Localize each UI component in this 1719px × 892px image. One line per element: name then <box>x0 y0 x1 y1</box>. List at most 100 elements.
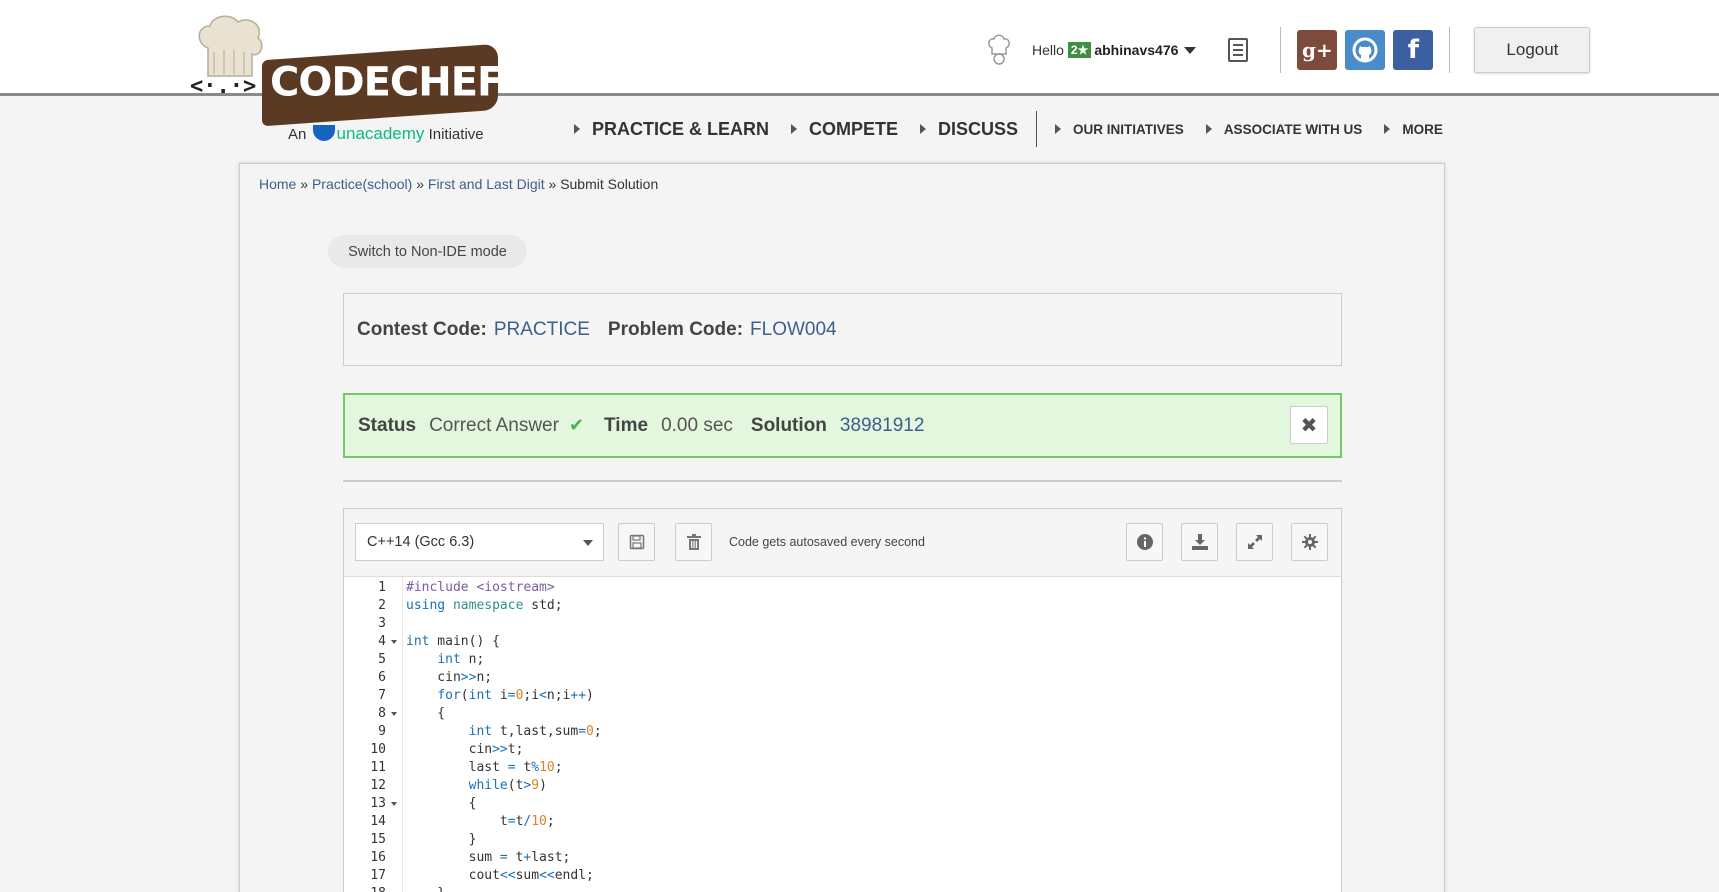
breadcrumb: Home » Practice(school) » First and Last… <box>259 176 659 192</box>
codechef-logo[interactable]: <·.·> CODECHEF An unacademy Initiative <box>188 14 518 146</box>
code-line[interactable]: 8 { <box>344 705 1341 723</box>
code-line[interactable]: 13 { <box>344 795 1341 813</box>
check-icon: ✔ <box>568 415 585 436</box>
save-button[interactable] <box>618 523 655 561</box>
trash-icon <box>686 534 701 550</box>
username-link[interactable]: abhinavs476 <box>1094 42 1178 58</box>
breadcrumb-current: Submit Solution <box>560 176 659 192</box>
contest-code-link[interactable]: PRACTICE <box>494 319 590 341</box>
line-number: 17 <box>344 867 402 885</box>
code-line[interactable]: 7 for(int i=0;i<n;i++) <box>344 687 1341 705</box>
line-number: 14 <box>344 813 402 831</box>
settings-button[interactable] <box>1291 523 1328 561</box>
logo-wordmark: CODECHEF <box>262 43 503 127</box>
code-line[interactable]: 16 sum = t+last; <box>344 849 1341 867</box>
nav-discuss[interactable]: DISCUSS <box>920 119 1018 140</box>
line-number: 7 <box>344 687 402 705</box>
nav-compete[interactable]: COMPETE <box>791 119 898 140</box>
code-text: for(int i=0;i<n;i++) <box>437 688 594 703</box>
unacademy-icon <box>312 125 335 141</box>
facebook-icon[interactable]: f <box>1393 30 1434 70</box>
code-text: cout<<sum<<endl; <box>406 868 594 883</box>
fullscreen-button[interactable] <box>1236 523 1273 561</box>
triangle-right-icon <box>574 124 580 134</box>
download-icon <box>1191 534 1208 550</box>
line-number: 5 <box>344 651 402 669</box>
code-text: while(t>9) <box>468 778 547 793</box>
code-line[interactable]: 6 cin>>n; <box>344 669 1341 687</box>
triangle-right-icon <box>920 124 927 134</box>
code-line[interactable]: 9 int t,last,sum=0; <box>344 723 1341 741</box>
line-number: 15 <box>344 831 402 849</box>
nav-more[interactable]: MORE <box>1384 122 1443 137</box>
code-text: using namespace std; <box>406 598 563 613</box>
code-text: { <box>406 796 477 811</box>
notes-icon[interactable] <box>1228 38 1249 62</box>
switch-non-ide-button[interactable]: Switch to Non-IDE mode <box>328 235 527 268</box>
line-number: 2 <box>344 597 402 615</box>
breadcrumb-home[interactable]: Home <box>259 176 296 192</box>
time-value: 0.00 sec <box>661 414 733 436</box>
autosave-note: Code gets autosaved every second <box>729 535 925 549</box>
github-icon[interactable] <box>1345 30 1386 70</box>
line-number: 4 <box>344 633 402 651</box>
user-chef-icon <box>988 34 1010 65</box>
nav-associate-with-us[interactable]: ASSOCIATE WITH US <box>1205 122 1362 137</box>
logo-tagline: An unacademy Initiative <box>288 124 484 143</box>
close-status-button[interactable]: ✖ <box>1290 406 1328 444</box>
solution-label: Solution <box>750 414 827 436</box>
code-line[interactable]: 10 cin>>t; <box>344 741 1341 759</box>
google-plus-icon[interactable]: g+ <box>1297 30 1338 70</box>
download-button[interactable] <box>1181 523 1218 561</box>
line-number: 16 <box>344 849 402 867</box>
expand-icon <box>1247 535 1262 549</box>
save-icon <box>629 534 644 550</box>
delete-button[interactable] <box>675 523 712 561</box>
code-line[interactable]: 3 <box>344 615 1341 633</box>
code-editor: C++14 (Gcc 6.3) Code gets autosaved ever… <box>343 508 1342 892</box>
divider <box>343 480 1342 482</box>
code-text: cin>>t; <box>406 742 524 757</box>
problem-code-link[interactable]: FLOW004 <box>750 319 837 341</box>
solution-link[interactable]: 38981912 <box>840 415 925 437</box>
line-number: 13 <box>344 795 402 813</box>
language-select[interactable]: C++14 (Gcc 6.3) <box>355 523 604 561</box>
logout-button[interactable]: Logout <box>1474 27 1591 73</box>
fold-arrow-icon[interactable] <box>391 802 397 806</box>
code-line[interactable]: 18 } <box>344 885 1341 892</box>
code-line[interactable]: 1 #include <iostream> <box>344 579 1341 597</box>
code-text: #include <iostream> <box>406 580 555 595</box>
gutter-divider <box>402 577 403 892</box>
divider <box>1280 27 1282 73</box>
nav-practice-learn[interactable]: PRACTICE & LEARN <box>574 119 769 140</box>
triangle-right-icon <box>1205 124 1212 134</box>
code-line[interactable]: 15 } <box>344 831 1341 849</box>
code-line[interactable]: 2 using namespace std; <box>344 597 1341 615</box>
fold-arrow-icon[interactable] <box>391 640 397 644</box>
line-number: 6 <box>344 669 402 687</box>
code-line[interactable]: 17 cout<<sum<<endl; <box>344 867 1341 885</box>
triangle-right-icon <box>1384 124 1391 134</box>
nav-our-initiatives[interactable]: OUR INITIATIVES <box>1055 122 1184 137</box>
contest-code-label: Contest Code: <box>357 318 487 340</box>
problem-code-label: Problem Code: <box>607 318 744 340</box>
code-line[interactable]: 5 int n; <box>344 651 1341 669</box>
user-menu-dropdown-icon[interactable] <box>1184 46 1197 54</box>
info-button[interactable] <box>1126 523 1163 561</box>
code-line[interactable]: 11 last = t%10; <box>344 759 1341 777</box>
gear-icon <box>1301 534 1318 550</box>
line-number: 1 <box>344 579 402 597</box>
line-number: 8 <box>344 705 402 723</box>
code-line[interactable]: 4 int main() { <box>344 633 1341 651</box>
line-number: 9 <box>344 723 402 741</box>
breadcrumb-problem[interactable]: First and Last Digit <box>428 176 545 192</box>
chevron-down-icon <box>583 540 593 546</box>
code-line[interactable]: 12 while(t>9) <box>344 777 1341 795</box>
code-line[interactable]: 14 t=t/10; <box>344 813 1341 831</box>
fold-arrow-icon[interactable] <box>391 712 397 716</box>
line-number: 12 <box>344 777 402 795</box>
code-area[interactable]: 1 #include <iostream> 2 using namespace std… <box>344 577 1341 892</box>
breadcrumb-practice[interactable]: Practice(school) <box>312 176 412 192</box>
user-rating-badge: 2★ <box>1067 42 1092 58</box>
code-text: last = t%10; <box>406 760 563 775</box>
